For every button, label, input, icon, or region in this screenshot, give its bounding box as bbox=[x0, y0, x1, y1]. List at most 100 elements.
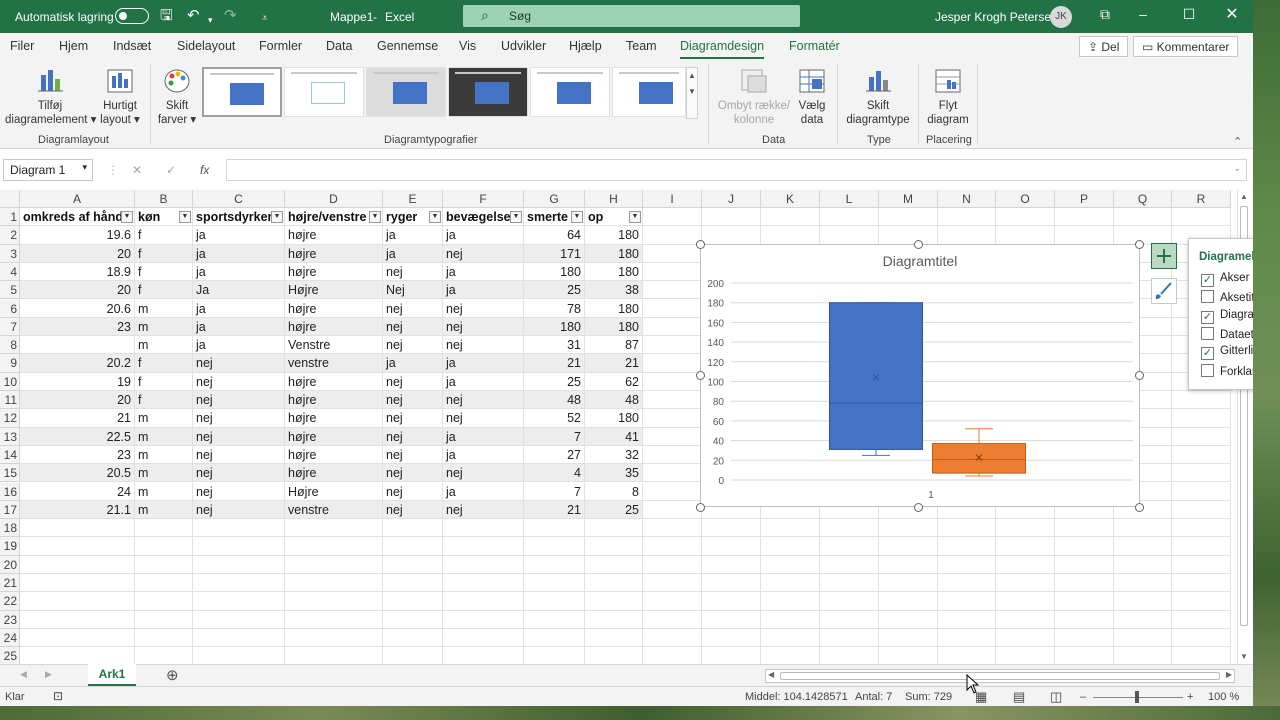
empty-cell[interactable] bbox=[1114, 519, 1172, 538]
resize-handle-sw[interactable] bbox=[696, 503, 705, 512]
empty-cell[interactable] bbox=[761, 574, 820, 593]
chart-style-2[interactable] bbox=[284, 67, 364, 117]
empty-cell[interactable] bbox=[996, 208, 1055, 227]
table-cell[interactable]: højre bbox=[285, 317, 383, 337]
tab-help[interactable]: Hjælp bbox=[569, 39, 602, 53]
tab-developer[interactable]: Udvikler bbox=[501, 39, 546, 53]
table-cell[interactable]: 4 bbox=[524, 464, 585, 483]
table-cell[interactable]: højre bbox=[285, 262, 383, 282]
undo-dropdown-icon[interactable]: ▾ bbox=[208, 11, 213, 29]
empty-cell[interactable] bbox=[285, 647, 383, 664]
empty-cell[interactable] bbox=[761, 592, 820, 611]
table-cell[interactable]: højre bbox=[285, 299, 383, 318]
empty-cell[interactable] bbox=[1114, 610, 1172, 629]
row-header[interactable]: 16 bbox=[0, 482, 20, 501]
empty-cell[interactable] bbox=[643, 208, 702, 227]
column-header[interactable]: A bbox=[20, 190, 135, 208]
empty-cell[interactable] bbox=[383, 555, 443, 574]
empty-cell[interactable] bbox=[820, 610, 879, 629]
empty-cell[interactable] bbox=[996, 537, 1055, 556]
prev-sheet-icon[interactable]: ◀ bbox=[20, 669, 27, 680]
table-cell[interactable]: nej bbox=[193, 427, 285, 446]
empty-cell[interactable] bbox=[285, 555, 383, 574]
empty-cell[interactable] bbox=[285, 574, 383, 593]
empty-cell[interactable] bbox=[702, 519, 761, 538]
table-cell[interactable]: ja bbox=[383, 226, 443, 245]
gallery-up-icon[interactable]: ▲ bbox=[688, 71, 696, 80]
empty-cell[interactable] bbox=[879, 537, 938, 556]
page-break-view-icon[interactable]: ◫ bbox=[1050, 689, 1062, 705]
empty-cell[interactable] bbox=[643, 610, 702, 629]
table-cell[interactable]: 24 bbox=[20, 482, 135, 501]
empty-cell[interactable] bbox=[193, 592, 285, 611]
table-header-cell[interactable]: ryger ▼ bbox=[383, 208, 443, 227]
empty-cell[interactable] bbox=[820, 226, 879, 245]
name-box[interactable]: Diagram 1 ▾ bbox=[3, 159, 93, 181]
table-cell[interactable]: nej bbox=[193, 464, 285, 483]
empty-cell[interactable] bbox=[1114, 537, 1172, 556]
tab-page-layout[interactable]: Sidelayout bbox=[177, 39, 235, 53]
empty-cell[interactable] bbox=[443, 592, 524, 611]
empty-cell[interactable] bbox=[820, 537, 879, 556]
empty-cell[interactable] bbox=[996, 226, 1055, 245]
scroll-up-icon[interactable]: ▲ bbox=[1240, 192, 1248, 201]
empty-cell[interactable] bbox=[879, 628, 938, 648]
checkbox-icon[interactable]: ✓ bbox=[1201, 310, 1214, 324]
empty-cell[interactable] bbox=[524, 574, 585, 593]
empty-cell[interactable] bbox=[20, 555, 135, 574]
table-cell[interactable]: ja bbox=[443, 482, 524, 501]
save-icon[interactable]: 🖫 bbox=[160, 7, 173, 25]
empty-cell[interactable] bbox=[938, 592, 996, 611]
row-header[interactable]: 12 bbox=[0, 409, 20, 428]
table-cell[interactable]: ja bbox=[193, 336, 285, 355]
table-cell[interactable]: nej bbox=[383, 372, 443, 391]
empty-cell[interactable] bbox=[524, 592, 585, 611]
table-cell[interactable]: 27 bbox=[524, 445, 585, 465]
table-cell[interactable]: nej bbox=[193, 391, 285, 410]
tab-review[interactable]: Gennemse bbox=[377, 39, 438, 53]
table-cell[interactable]: ja bbox=[443, 226, 524, 245]
user-name[interactable]: Jesper Krogh Petersen bbox=[935, 10, 1058, 24]
empty-cell[interactable] bbox=[938, 519, 996, 538]
empty-cell[interactable] bbox=[524, 537, 585, 556]
empty-cell[interactable] bbox=[879, 226, 938, 245]
tab-insert[interactable]: Indsæt bbox=[113, 39, 151, 53]
column-header[interactable]: D bbox=[285, 190, 383, 208]
empty-cell[interactable] bbox=[820, 519, 879, 538]
empty-cell[interactable] bbox=[820, 555, 879, 574]
table-cell[interactable]: 21 bbox=[524, 500, 585, 520]
quick-layout-button[interactable]: Hurtigt layout ▾ bbox=[98, 67, 142, 127]
table-cell[interactable]: 31 bbox=[524, 336, 585, 355]
empty-cell[interactable] bbox=[524, 519, 585, 538]
table-cell[interactable]: nej bbox=[383, 299, 443, 318]
row-header[interactable]: 3 bbox=[0, 244, 20, 263]
empty-cell[interactable] bbox=[443, 628, 524, 648]
empty-cell[interactable] bbox=[643, 537, 702, 556]
table-cell[interactable]: nej bbox=[443, 299, 524, 318]
empty-cell[interactable] bbox=[1172, 574, 1231, 593]
table-cell[interactable]: 180 bbox=[524, 317, 585, 337]
table-cell[interactable]: nej bbox=[193, 445, 285, 465]
table-cell[interactable]: 180 bbox=[585, 226, 643, 245]
table-cell[interactable]: 41 bbox=[585, 427, 643, 446]
table-cell[interactable]: Venstre bbox=[285, 336, 383, 355]
empty-cell[interactable] bbox=[585, 647, 643, 664]
table-cell[interactable]: ja bbox=[193, 262, 285, 282]
row-header[interactable]: 9 bbox=[0, 354, 20, 373]
table-cell[interactable]: f bbox=[135, 281, 193, 300]
row-header[interactable]: 22 bbox=[0, 592, 20, 611]
empty-cell[interactable] bbox=[20, 628, 135, 648]
empty-cell[interactable] bbox=[1055, 519, 1114, 538]
table-cell[interactable]: ja bbox=[443, 372, 524, 391]
table-cell[interactable]: m bbox=[135, 482, 193, 501]
empty-cell[interactable] bbox=[996, 555, 1055, 574]
filter-dropdown-icon[interactable]: ▼ bbox=[271, 211, 283, 223]
table-cell[interactable]: 180 bbox=[585, 317, 643, 337]
table-cell[interactable]: ja bbox=[383, 244, 443, 263]
checkbox-icon[interactable] bbox=[1201, 290, 1214, 304]
checkbox-icon[interactable] bbox=[1201, 363, 1214, 377]
filter-dropdown-icon[interactable]: ▼ bbox=[510, 211, 522, 223]
empty-cell[interactable] bbox=[643, 628, 702, 648]
table-cell[interactable]: nej bbox=[383, 409, 443, 428]
table-cell[interactable]: ja bbox=[383, 354, 443, 373]
